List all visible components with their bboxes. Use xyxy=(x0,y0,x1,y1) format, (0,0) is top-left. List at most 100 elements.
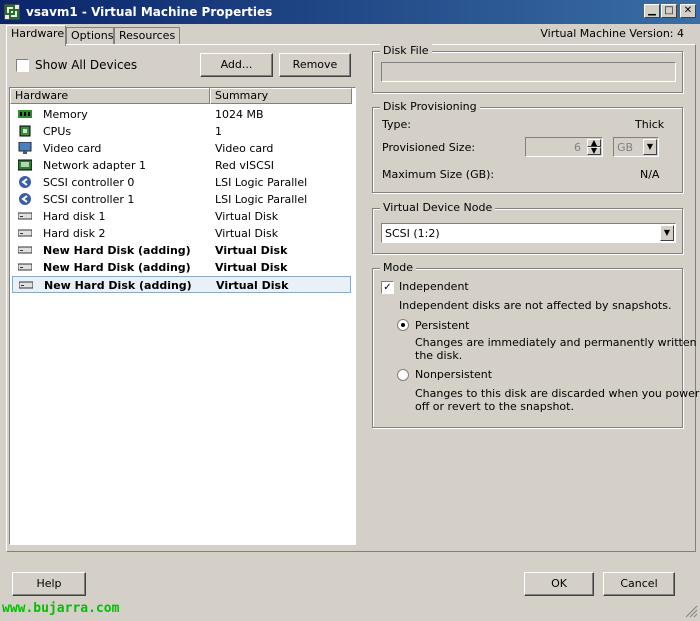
hardware-name: New Hard Disk (adding) xyxy=(43,244,191,257)
tab-resources[interactable]: Resources xyxy=(114,27,180,45)
table-row[interactable]: SCSI controller 1 LSI Logic Parallel xyxy=(12,191,351,208)
hardware-name: Network adapter 1 xyxy=(43,159,146,172)
disk-provisioning-group: Disk Provisioning Type: Thick Provisione… xyxy=(372,100,683,193)
nonpersistent-radio[interactable] xyxy=(397,369,409,381)
maximum-size-value: N/A xyxy=(640,168,660,181)
hardware-name: CPUs xyxy=(43,125,72,138)
remove-button[interactable]: Remove xyxy=(279,53,351,77)
virtual-device-node-value: SCSI (1:2) xyxy=(385,227,440,240)
provisioned-size-spinner: 6 ▲ ▼ xyxy=(525,137,603,157)
table-header: Hardware Summary xyxy=(10,88,353,104)
scsi-controller-icon xyxy=(18,193,32,205)
persistent-label: Persistent xyxy=(415,319,470,332)
hardware-summary: Virtual Disk xyxy=(215,227,279,240)
show-all-devices-checkbox[interactable] xyxy=(16,59,29,72)
disk-provisioning-legend: Disk Provisioning xyxy=(380,100,480,113)
hard-disk-icon xyxy=(17,227,33,239)
scsi-controller-icon xyxy=(18,176,32,188)
hardware-name: Video card xyxy=(43,142,102,155)
hardware-summary: Virtual Disk xyxy=(215,261,288,274)
hardware-name: New Hard Disk (adding) xyxy=(44,279,192,292)
minimize-button[interactable]: ▁ xyxy=(644,4,660,18)
hardware-summary: 1 xyxy=(215,125,222,138)
hardware-name: Hard disk 1 xyxy=(43,210,106,223)
cpu-icon xyxy=(18,125,32,137)
provisioned-size-value: 6 xyxy=(574,141,581,154)
add-button[interactable]: Add... xyxy=(200,53,273,77)
nonpersistent-description-line2: off or revert to the snapshot. xyxy=(415,400,574,413)
disk-file-group: Disk File xyxy=(372,44,683,93)
virtual-device-node-legend: Virtual Device Node xyxy=(380,201,496,214)
virtual-device-node-dropdown[interactable]: SCSI (1:2) ▼ xyxy=(381,223,676,243)
persistent-description-line2: the disk. xyxy=(415,349,463,362)
nonpersistent-label: Nonpersistent xyxy=(415,368,493,381)
persistent-description-line1: Changes are immediately and permanently … xyxy=(415,336,700,349)
maximize-button[interactable]: □ xyxy=(661,4,677,18)
type-value: Thick xyxy=(635,118,665,131)
show-all-devices-label: Show All Devices xyxy=(35,58,138,72)
table-row[interactable]: Hard disk 2 Virtual Disk xyxy=(12,225,351,242)
watermark-text: www.bujarra.com xyxy=(2,601,120,616)
ok-button[interactable]: OK xyxy=(524,572,594,596)
hardware-summary: 1024 MB xyxy=(215,108,264,121)
spinner-down-icon: ▼ xyxy=(587,147,601,155)
maximum-size-label: Maximum Size (GB): xyxy=(382,168,495,181)
independent-description: Independent disks are not affected by sn… xyxy=(399,299,672,312)
help-button[interactable]: Help xyxy=(12,572,86,596)
vm-app-icon xyxy=(4,4,20,20)
memory-icon xyxy=(18,108,32,120)
window-title: vsavm1 - Virtual Machine Properties xyxy=(26,5,273,19)
hardware-summary: Red vISCSI xyxy=(215,159,275,172)
resize-grip-icon[interactable] xyxy=(684,604,698,618)
hardware-summary: LSI Logic Parallel xyxy=(215,176,308,189)
persistent-radio[interactable] xyxy=(397,319,409,331)
close-button[interactable]: ✕ xyxy=(680,4,696,18)
virtual-device-node-group: Virtual Device Node SCSI (1:2) ▼ xyxy=(372,201,683,254)
cancel-button[interactable]: Cancel xyxy=(603,572,675,596)
disk-file-legend: Disk File xyxy=(380,44,432,57)
title-bar[interactable]: vsavm1 - Virtual Machine Properties ▁ □ … xyxy=(0,0,700,24)
column-header-summary[interactable]: Summary xyxy=(210,88,352,104)
hardware-name: SCSI controller 0 xyxy=(43,176,135,189)
mode-legend: Mode xyxy=(380,261,416,274)
size-unit-value: GB xyxy=(617,141,634,154)
monitor-icon xyxy=(18,141,32,154)
independent-checkbox[interactable]: ✓ xyxy=(381,281,394,294)
disk-file-field xyxy=(381,62,676,82)
tab-options[interactable]: Options xyxy=(66,27,114,45)
table-row[interactable]: New Hard Disk (adding) Virtual Disk xyxy=(12,259,351,276)
table-row[interactable]: Video card Video card xyxy=(12,140,351,157)
table-row[interactable]: New Hard Disk (adding) Virtual Disk xyxy=(12,242,351,259)
hardware-name: New Hard Disk (adding) xyxy=(43,261,191,274)
table-row[interactable]: Network adapter 1 Red vISCSI xyxy=(12,157,351,174)
hardware-name: Hard disk 2 xyxy=(43,227,106,240)
hardware-name: Memory xyxy=(43,108,88,121)
nonpersistent-description-line1: Changes to this disk are discarded when … xyxy=(415,387,700,400)
hardware-summary: Virtual Disk xyxy=(216,279,289,292)
hardware-table[interactable]: Hardware Summary Memory 1024 MB CPUs 1 V… xyxy=(9,87,356,545)
independent-label: Independent xyxy=(399,280,469,293)
table-row-selected[interactable]: New Hard Disk (adding) Virtual Disk xyxy=(12,276,351,293)
table-row[interactable]: Hard disk 1 Virtual Disk xyxy=(12,208,351,225)
table-row[interactable]: SCSI controller 0 LSI Logic Parallel xyxy=(12,174,351,191)
table-row[interactable]: CPUs 1 xyxy=(12,123,351,140)
mode-group: Mode ✓ Independent Independent disks are… xyxy=(372,261,700,428)
tab-hardware[interactable]: Hardware xyxy=(6,25,66,46)
hardware-summary: LSI Logic Parallel xyxy=(215,193,308,206)
hardware-summary: Virtual Disk xyxy=(215,244,288,257)
vm-version-label: Virtual Machine Version: 4 xyxy=(540,27,684,40)
column-header-hardware[interactable]: Hardware xyxy=(10,88,210,104)
chevron-down-icon: ▼ xyxy=(643,139,657,155)
hardware-summary: Video card xyxy=(215,142,274,155)
type-label: Type: xyxy=(382,118,411,131)
hard-disk-icon xyxy=(17,210,33,222)
size-unit-dropdown: GB ▼ xyxy=(613,137,659,157)
hard-disk-icon xyxy=(17,261,33,273)
chevron-down-icon[interactable]: ▼ xyxy=(660,225,674,241)
provisioned-size-label: Provisioned Size: xyxy=(382,141,476,154)
hardware-summary: Virtual Disk xyxy=(215,210,279,223)
table-row[interactable]: Memory 1024 MB xyxy=(12,106,351,123)
hard-disk-icon xyxy=(17,244,33,256)
hard-disk-icon xyxy=(18,279,34,291)
network-adapter-icon xyxy=(17,159,33,171)
